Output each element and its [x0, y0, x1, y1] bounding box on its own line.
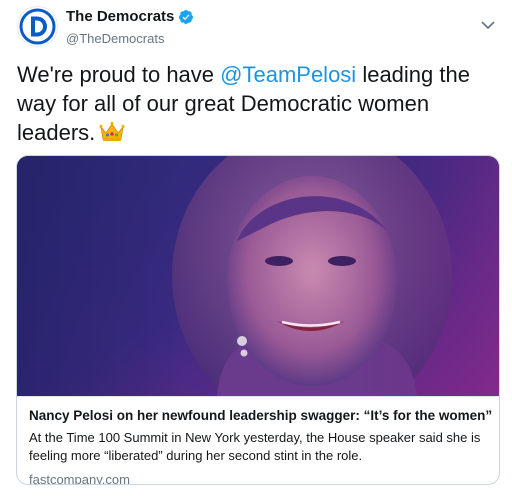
- verified-badge-icon: [179, 9, 194, 24]
- tweet-text-before: We're proud to have: [17, 62, 221, 87]
- display-name-text: The Democrats: [66, 8, 175, 25]
- handle[interactable]: @TheDemocrats: [66, 29, 194, 48]
- card-title[interactable]: Nancy Pelosi on her newfound leadership …: [29, 407, 492, 425]
- card-image[interactable]: [17, 156, 499, 396]
- crown-emoji-icon: [99, 121, 125, 141]
- chevron-down-icon[interactable]: [479, 16, 497, 34]
- mention-link[interactable]: @TeamPelosi: [220, 62, 356, 87]
- democrats-logo-icon: [19, 8, 56, 45]
- display-name[interactable]: The Democrats: [66, 7, 194, 26]
- tweet-header: The Democrats @TheDemocrats: [17, 6, 497, 48]
- card-domain: fastcompany.com: [29, 472, 130, 485]
- avatar[interactable]: [17, 6, 58, 47]
- tweet-text: We're proud to have @TeamPelosi leading …: [17, 60, 497, 147]
- account-names: The Democrats @TheDemocrats: [66, 7, 194, 48]
- card-description: At the Time 100 Summit in New York yeste…: [29, 430, 481, 463]
- card-body: Nancy Pelosi on her newfound leadership …: [17, 396, 499, 485]
- link-card[interactable]: Nancy Pelosi on her newfound leadership …: [16, 155, 500, 485]
- portrait-photo: [17, 156, 499, 396]
